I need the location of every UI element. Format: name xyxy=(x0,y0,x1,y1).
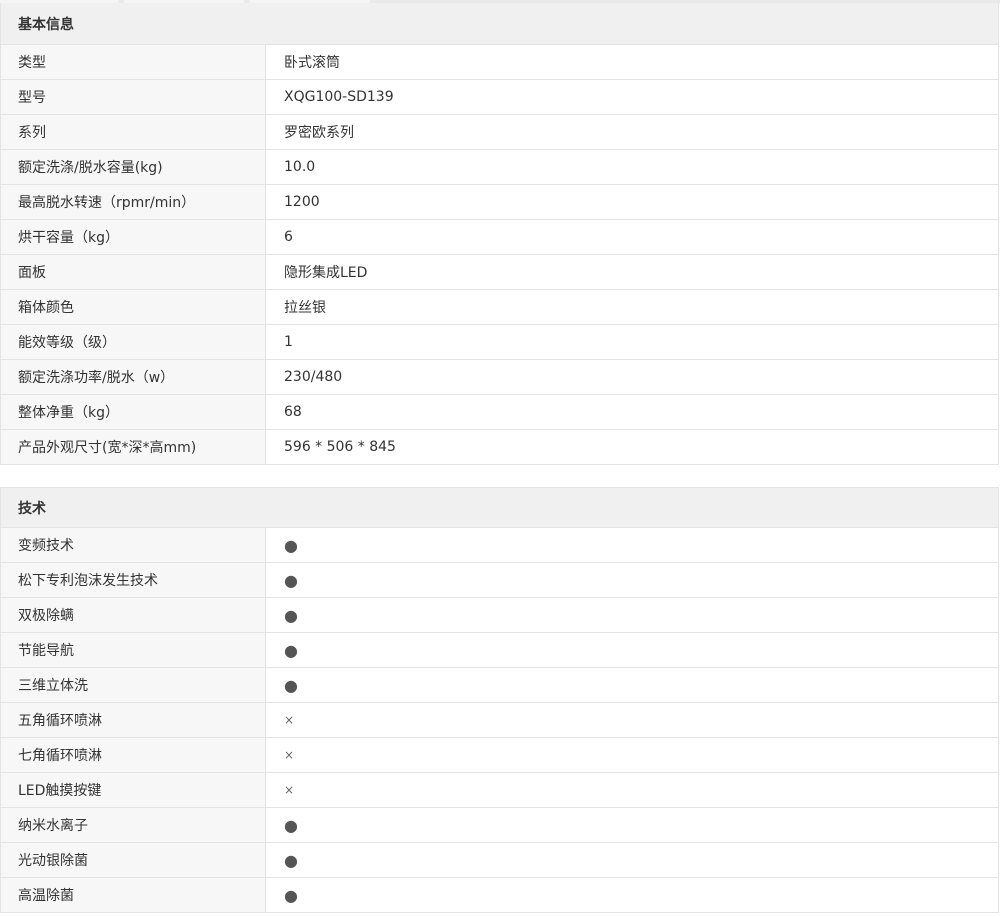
spec-label: 纳米水离子 xyxy=(1,808,266,842)
spec-label: 七角循环喷淋 xyxy=(1,738,266,772)
unsupported-cross-icon: × xyxy=(284,713,295,727)
table-row: 七角循环喷淋 × xyxy=(1,738,998,773)
section-title: 基本信息 xyxy=(1,3,998,45)
table-row: 箱体颜色 拉丝银 xyxy=(1,290,998,325)
supported-dot-icon: ● xyxy=(284,815,298,835)
table-row: 高温除菌 ● xyxy=(1,878,998,913)
spec-value: 1200 xyxy=(284,194,320,210)
table-row: 额定洗涤功率/脱水（w） 230/480 xyxy=(1,360,998,395)
table-row: 三维立体洗 ● xyxy=(1,668,998,703)
table-row: 纳米水离子 ● xyxy=(1,808,998,843)
feature-support-cell: × xyxy=(266,738,998,772)
spec-value: 卧式滚筒 xyxy=(284,55,340,71)
basic-info-section: 基本信息 类型 卧式滚筒型号 XQG100-SD139 系列 罗密欧系列额定洗涤/脱水容… xyxy=(0,3,999,465)
basic-info-table: 类型 卧式滚筒型号 XQG100-SD139 系列 罗密欧系列额定洗涤/脱水容量(kg)… xyxy=(1,45,998,465)
spec-label: 箱体颜色 xyxy=(1,290,266,324)
table-row: 面板 隐形集成LED xyxy=(1,255,998,290)
table-row: 额定洗涤/脱水容量(kg) 10.0 xyxy=(1,150,998,185)
table-row: 能效等级（级） 1 xyxy=(1,325,998,360)
unsupported-cross-icon: × xyxy=(284,783,295,797)
supported-dot-icon: ● xyxy=(284,570,298,590)
spec-label: 系列 xyxy=(1,115,266,149)
spec-label: 面板 xyxy=(1,255,266,289)
spec-value: 10.0 xyxy=(284,159,316,175)
spec-label: 五角循环喷淋 xyxy=(1,703,266,737)
spec-value: 1 xyxy=(284,334,293,350)
supported-dot-icon: ● xyxy=(284,640,298,660)
unsupported-cross-icon: × xyxy=(284,748,295,762)
table-row: LED触摸按键 × xyxy=(1,773,998,808)
feature-support-cell: ● xyxy=(266,598,998,632)
spec-value: XQG100-SD139 xyxy=(284,89,394,105)
supported-dot-icon: ● xyxy=(284,675,298,695)
spec-value: 罗密欧系列 xyxy=(284,125,354,141)
table-row: 型号 XQG100-SD139 xyxy=(1,80,998,115)
spec-label: 产品外观尺寸(宽*深*高mm) xyxy=(1,430,266,464)
feature-support-cell: ● xyxy=(266,843,998,877)
feature-support-cell: ● xyxy=(266,528,998,562)
spec-label: 高温除菌 xyxy=(1,878,266,912)
table-row: 最高脱水转速（rpmr/min） 1200 xyxy=(1,185,998,220)
spec-label: 类型 xyxy=(1,45,266,79)
table-row: 变频技术 ● xyxy=(1,528,998,563)
table-row: 光动银除菌 ● xyxy=(1,843,998,878)
spec-label: 烘干容量（kg） xyxy=(1,220,266,254)
table-row: 松下专利泡沫发生技术 ● xyxy=(1,563,998,598)
feature-support-cell: ● xyxy=(266,563,998,597)
spec-label: 最高脱水转速（rpmr/min） xyxy=(1,185,266,219)
technology-table: 变频技术 ● 松下专利泡沫发生技术 ● 双极除螨 ● 节能导航 ● 三维立体洗 ● 五角循环喷淋 × 七… xyxy=(1,528,998,913)
technology-section: 技术 变频技术 ● 松下专利泡沫发生技术 ● 双极除螨 ● 节能导航 ● 三维立体洗 ● 五角循环喷… xyxy=(0,487,999,913)
feature-support-cell: ● xyxy=(266,668,998,702)
table-row: 节能导航 ● xyxy=(1,633,998,668)
spec-label: 双极除螨 xyxy=(1,598,266,632)
spec-value: 596 * 506 * 845 xyxy=(284,439,396,455)
feature-support-cell: × xyxy=(266,773,998,807)
table-row: 整体净重（kg） 68 xyxy=(1,395,998,430)
spec-value: 隐形集成LED xyxy=(284,265,368,281)
table-row: 系列 罗密欧系列 xyxy=(1,115,998,150)
spec-label: LED触摸按键 xyxy=(1,773,266,807)
spec-label: 整体净重（kg） xyxy=(1,395,266,429)
feature-support-cell: × xyxy=(266,703,998,737)
table-row: 产品外观尺寸(宽*深*高mm) 596 * 506 * 845 xyxy=(1,430,998,465)
spec-label: 型号 xyxy=(1,80,266,114)
table-row: 类型 卧式滚筒 xyxy=(1,45,998,80)
section-title: 技术 xyxy=(1,487,998,528)
spec-label: 变频技术 xyxy=(1,528,266,562)
feature-support-cell: ● xyxy=(266,633,998,667)
feature-support-cell: ● xyxy=(266,808,998,842)
spec-label: 节能导航 xyxy=(1,633,266,667)
supported-dot-icon: ● xyxy=(284,605,298,625)
spec-value: 6 xyxy=(284,229,293,245)
table-row: 双极除螨 ● xyxy=(1,598,998,633)
supported-dot-icon: ● xyxy=(284,535,298,555)
spec-label: 额定洗涤/脱水容量(kg) xyxy=(1,150,266,184)
spec-value: 230/480 xyxy=(284,369,343,385)
spec-label: 额定洗涤功率/脱水（w） xyxy=(1,360,266,394)
spec-label: 光动银除菌 xyxy=(1,843,266,877)
spec-label: 三维立体洗 xyxy=(1,668,266,702)
table-row: 五角循环喷淋 × xyxy=(1,703,998,738)
table-row: 烘干容量（kg） 6 xyxy=(1,220,998,255)
spec-label: 能效等级（级） xyxy=(1,325,266,359)
spec-value: 拉丝银 xyxy=(284,300,326,316)
spec-label: 松下专利泡沫发生技术 xyxy=(1,563,266,597)
supported-dot-icon: ● xyxy=(284,885,298,905)
supported-dot-icon: ● xyxy=(284,850,298,870)
spec-value: 68 xyxy=(284,404,302,420)
feature-support-cell: ● xyxy=(266,878,998,912)
